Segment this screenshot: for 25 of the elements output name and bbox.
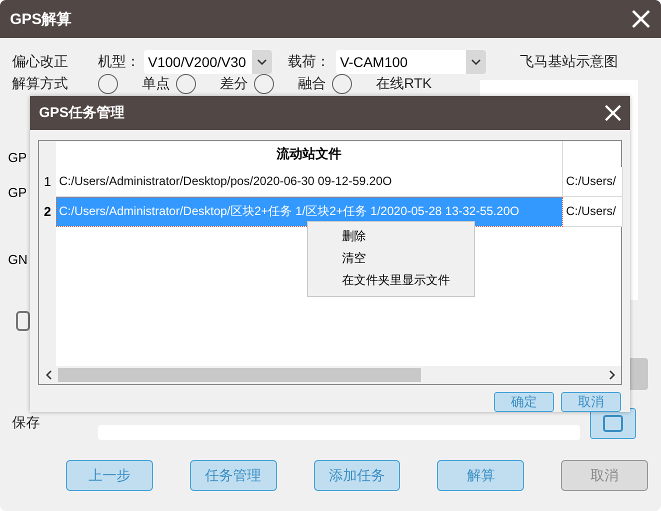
diagram-title: 飞马基站示意图 xyxy=(520,53,618,71)
field-label: 机型： xyxy=(98,53,141,71)
field-label: GP xyxy=(8,185,27,200)
table-cell[interactable]: C:/Users/ xyxy=(563,166,623,197)
radio-label: 单点 xyxy=(142,75,171,93)
radio-label: 差分 xyxy=(220,75,249,93)
section-label: 解算方式 xyxy=(12,75,69,93)
table-cell[interactable]: C:/Users/ xyxy=(563,196,623,227)
payload-dropdown[interactable]: V-CAM100 xyxy=(336,50,486,74)
model-dropdown[interactable]: V100/V200/V30 xyxy=(144,50,272,74)
field-label: GN xyxy=(8,252,28,267)
field-label: 保存 xyxy=(12,414,41,432)
table-cell[interactable]: C:/Users/Administrator/Desktop/pos/2020-06-30 09-12-59.20O xyxy=(56,166,563,197)
row-number: 1 xyxy=(39,166,56,197)
radio-label: 融合 xyxy=(298,75,327,93)
menu-item[interactable]: 在文件夹里显示文件 xyxy=(308,270,474,292)
section-label: 偏心改正 xyxy=(12,53,69,71)
radio-label: 在线RTK xyxy=(376,75,433,93)
row-number: 2 xyxy=(39,196,56,227)
field-label: 载荷： xyxy=(288,53,331,71)
field-label: GP xyxy=(8,150,27,165)
menu-item[interactable]: 清空 xyxy=(308,248,474,270)
window-title: GPS解算 xyxy=(10,10,72,28)
dialog-title: GPS任务管理 xyxy=(39,104,125,122)
menu-item[interactable]: 删除 xyxy=(308,226,474,248)
